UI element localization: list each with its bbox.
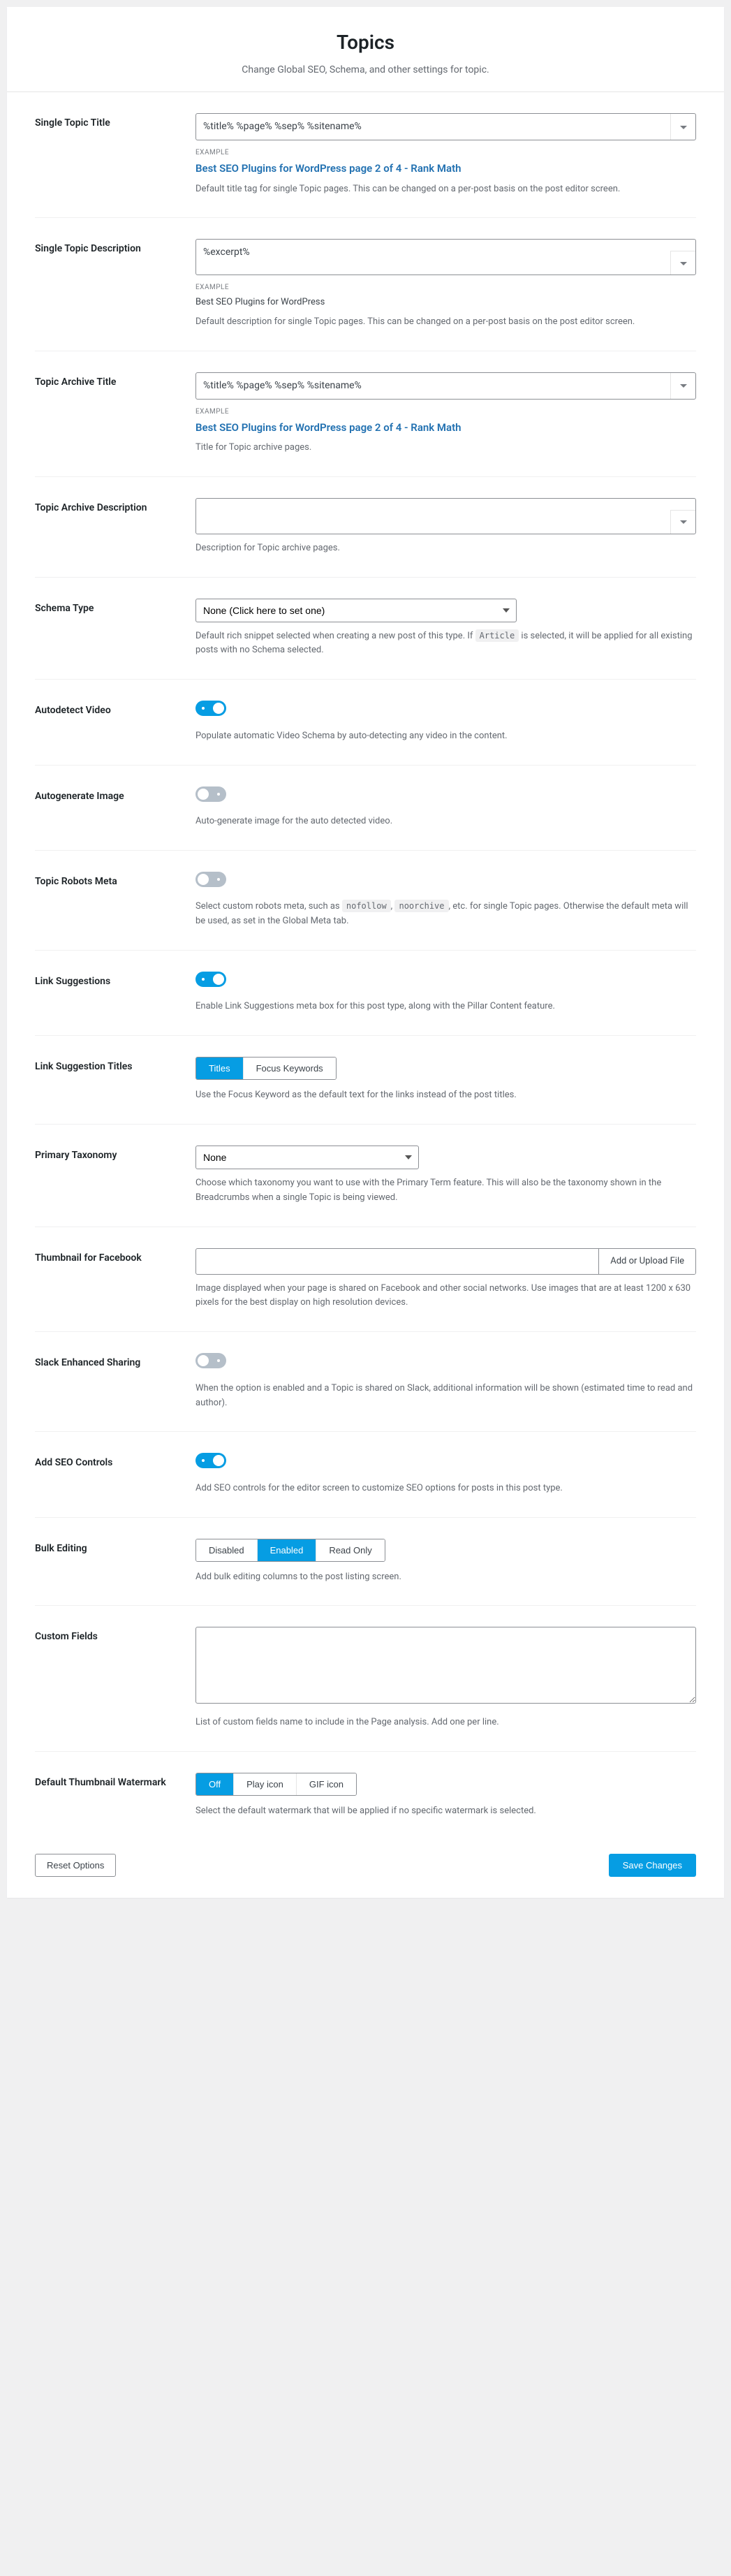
- row-autodetect-video: Autodetect Video Populate automatic Vide…: [35, 680, 696, 765]
- variable-dropdown-btn[interactable]: [670, 510, 695, 534]
- page-header: Topics Change Global SEO, Schema, and ot…: [7, 7, 724, 92]
- row-seo-controls: Add SEO Controls Add SEO controls for th…: [35, 1432, 696, 1517]
- label-single-topic-title: Single Topic Title: [35, 117, 110, 129]
- archive-desc-input[interactable]: [195, 498, 696, 534]
- chevron-down-icon: [679, 259, 688, 268]
- fb-thumbnail-input: Add or Upload File: [195, 1248, 696, 1275]
- watermark-opt-play[interactable]: Play icon: [234, 1773, 297, 1795]
- watermark-group: Off Play icon GIF icon: [195, 1773, 357, 1796]
- link-titles-group: Titles Focus Keywords: [195, 1057, 337, 1080]
- row-slack-sharing: Slack Enhanced Sharing When the option i…: [35, 1332, 696, 1432]
- seo-controls-toggle[interactable]: [195, 1453, 226, 1468]
- row-single-topic-desc: Single Topic Description %excerpt% EXAMP…: [35, 218, 696, 351]
- label-watermark: Default Thumbnail Watermark: [35, 1777, 166, 1788]
- bulk-editing-group: Disabled Enabled Read Only: [195, 1539, 385, 1562]
- row-watermark: Default Thumbnail Watermark Off Play ico…: [35, 1752, 696, 1840]
- single-title-input[interactable]: %title% %page% %sep% %sitename%: [195, 113, 696, 140]
- reset-button[interactable]: Reset Options: [35, 1854, 116, 1877]
- label-custom-fields: Custom Fields: [35, 1631, 98, 1642]
- label-link-titles: Link Suggestion Titles: [35, 1061, 132, 1072]
- label-slack-sharing: Slack Enhanced Sharing: [35, 1357, 140, 1368]
- fb-thumbnail-upload-btn[interactable]: Add or Upload File: [598, 1249, 695, 1274]
- row-autogenerate-image: Autogenerate Image Auto-generate image f…: [35, 766, 696, 851]
- example-preview: Best SEO Plugins for WordPress page 2 of…: [195, 161, 696, 177]
- label-link-suggestions: Link Suggestions: [35, 976, 110, 987]
- row-link-suggestions: Link Suggestions Enable Link Suggestions…: [35, 951, 696, 1036]
- chevron-down-icon: [679, 123, 688, 131]
- slack-sharing-toggle[interactable]: [195, 1353, 226, 1368]
- row-robots-meta: Topic Robots Meta Select custom robots m…: [35, 851, 696, 951]
- row-single-topic-title: Single Topic Title %title% %page% %sep% …: [35, 92, 696, 218]
- label-fb-thumbnail: Thumbnail for Facebook: [35, 1252, 142, 1264]
- link-suggestions-toggle[interactable]: [195, 972, 226, 987]
- example-preview: Best SEO Plugins for WordPress: [195, 295, 696, 309]
- autodetect-video-toggle[interactable]: [195, 701, 226, 716]
- row-fb-thumbnail: Thumbnail for Facebook Add or Upload Fil…: [35, 1227, 696, 1333]
- variable-dropdown-btn[interactable]: [670, 114, 695, 140]
- bulk-opt-readonly[interactable]: Read Only: [316, 1539, 384, 1561]
- robots-desc: Select custom robots meta, such as nofol…: [195, 900, 696, 929]
- label-archive-title: Topic Archive Title: [35, 376, 116, 388]
- variable-dropdown-btn[interactable]: [670, 251, 695, 275]
- autogenerate-image-toggle[interactable]: [195, 786, 226, 802]
- row-primary-taxonomy: Primary Taxonomy None Choose which taxon…: [35, 1125, 696, 1227]
- watermark-opt-off[interactable]: Off: [196, 1773, 234, 1795]
- fb-thumbnail-path[interactable]: [196, 1249, 598, 1274]
- chevron-down-icon: [679, 381, 688, 390]
- robots-meta-toggle[interactable]: [195, 872, 226, 887]
- label-single-topic-desc: Single Topic Description: [35, 243, 141, 254]
- schema-type-select[interactable]: None (Click here to set one): [195, 599, 517, 622]
- label-primary-taxonomy: Primary Taxonomy: [35, 1150, 117, 1161]
- schema-desc: Default rich snippet selected when creat…: [195, 629, 696, 659]
- label-autodetect-video: Autodetect Video: [35, 705, 111, 716]
- row-bulk-editing: Bulk Editing Disabled Enabled Read Only …: [35, 1518, 696, 1607]
- label-archive-desc: Topic Archive Description: [35, 502, 147, 513]
- link-titles-opt-keywords[interactable]: Focus Keywords: [244, 1058, 336, 1079]
- label-seo-controls: Add SEO Controls: [35, 1457, 112, 1468]
- label-autogenerate-image: Autogenerate Image: [35, 791, 124, 802]
- bulk-opt-enabled[interactable]: Enabled: [258, 1539, 317, 1561]
- row-archive-title: Topic Archive Title %title% %page% %sep%…: [35, 351, 696, 477]
- watermark-opt-gif[interactable]: GIF icon: [297, 1773, 356, 1795]
- chevron-down-icon: [679, 518, 688, 526]
- example-preview: Best SEO Plugins for WordPress page 2 of…: [195, 420, 696, 436]
- row-link-titles: Link Suggestion Titles Titles Focus Keyw…: [35, 1036, 696, 1125]
- row-custom-fields: Custom Fields List of custom fields name…: [35, 1606, 696, 1751]
- page-subtitle: Change Global SEO, Schema, and other set…: [35, 63, 696, 78]
- custom-fields-textarea[interactable]: [195, 1627, 696, 1704]
- label-bulk-editing: Bulk Editing: [35, 1543, 87, 1554]
- bulk-opt-disabled[interactable]: Disabled: [196, 1539, 258, 1561]
- primary-taxonomy-select[interactable]: None: [195, 1146, 419, 1169]
- single-desc-input[interactable]: %excerpt%: [195, 239, 696, 275]
- label-robots-meta: Topic Robots Meta: [35, 876, 117, 887]
- link-titles-opt-titles[interactable]: Titles: [196, 1058, 244, 1079]
- page-title: Topics: [35, 28, 696, 57]
- label-schema-type: Schema Type: [35, 603, 94, 614]
- row-schema-type: Schema Type None (Click here to set one)…: [35, 578, 696, 680]
- page-footer: Reset Options Save Changes: [7, 1840, 724, 1898]
- row-archive-desc: Topic Archive Description Description fo…: [35, 477, 696, 578]
- archive-title-input[interactable]: %title% %page% %sep% %sitename%: [195, 372, 696, 400]
- variable-dropdown-btn[interactable]: [670, 373, 695, 399]
- save-button[interactable]: Save Changes: [609, 1854, 696, 1877]
